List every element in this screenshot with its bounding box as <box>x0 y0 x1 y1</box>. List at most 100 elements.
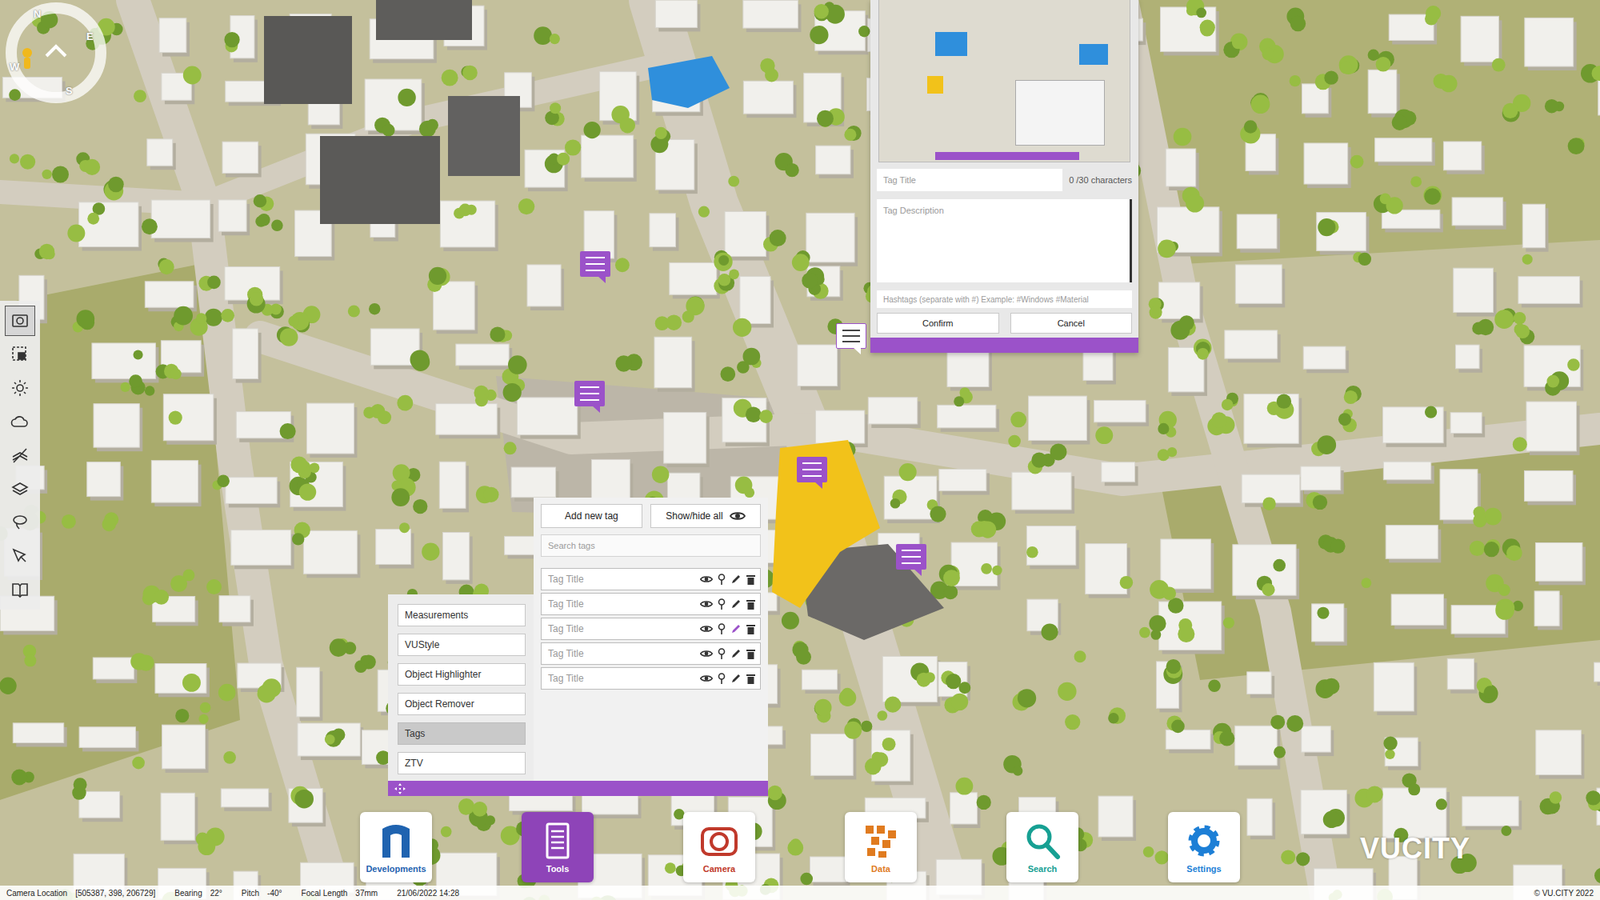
building[interactable] <box>939 469 990 496</box>
building[interactable] <box>162 724 209 773</box>
building[interactable] <box>1447 658 1477 693</box>
editor-button[interactable]: Confirm <box>876 312 1000 334</box>
tag-marker[interactable] <box>896 544 927 570</box>
dock-button[interactable]: Camera <box>683 812 756 883</box>
building[interactable] <box>1522 204 1548 252</box>
building[interactable] <box>144 281 197 312</box>
toolbar-button[interactable] <box>4 305 36 336</box>
building[interactable] <box>1304 143 1352 188</box>
building[interactable] <box>1383 461 1434 484</box>
building[interactable] <box>1594 662 1600 686</box>
building[interactable] <box>1453 268 1497 316</box>
building[interactable] <box>743 0 802 32</box>
eye-icon[interactable] <box>700 624 713 634</box>
tools-menu-item[interactable]: VUStyle <box>397 633 526 656</box>
building[interactable] <box>722 397 770 446</box>
building[interactable] <box>231 530 295 570</box>
building[interactable] <box>511 467 559 502</box>
building[interactable] <box>1247 798 1276 840</box>
toolbar-button[interactable] <box>4 372 36 404</box>
building[interactable] <box>1536 730 1585 780</box>
building[interactable] <box>306 403 357 458</box>
building[interactable] <box>1450 412 1485 438</box>
building[interactable] <box>151 460 201 507</box>
building[interactable] <box>79 727 139 752</box>
pin-icon[interactable] <box>717 598 726 610</box>
building[interactable] <box>1235 725 1281 770</box>
building[interactable] <box>225 477 280 508</box>
pin-icon[interactable] <box>717 672 726 684</box>
building[interactable] <box>600 72 640 125</box>
tag-marker[interactable] <box>796 456 828 483</box>
building[interactable] <box>871 730 913 785</box>
building[interactable] <box>951 542 1000 590</box>
building[interactable] <box>1247 672 1275 699</box>
tag-title-input[interactable] <box>876 168 1063 192</box>
tag-description-input[interactable] <box>876 199 1132 283</box>
building[interactable] <box>947 348 992 392</box>
building[interactable] <box>160 792 198 844</box>
building[interactable] <box>1300 466 1344 495</box>
building[interactable] <box>581 135 637 182</box>
editor-button[interactable]: Cancel <box>1010 312 1133 334</box>
pin-icon[interactable] <box>717 623 726 635</box>
hashtags-input[interactable] <box>876 290 1132 308</box>
toolbar-button[interactable] <box>4 540 36 572</box>
building[interactable] <box>1098 796 1136 841</box>
building[interactable] <box>937 404 1000 432</box>
building[interactable] <box>436 404 500 440</box>
building[interactable] <box>219 596 254 627</box>
building[interactable] <box>155 664 210 698</box>
building[interactable] <box>220 788 272 812</box>
building[interactable] <box>297 723 364 760</box>
eye-icon[interactable] <box>700 574 713 584</box>
toolbar-button[interactable] <box>4 339 36 370</box>
building[interactable] <box>163 394 217 445</box>
building[interactable] <box>93 404 143 452</box>
trash-icon[interactable] <box>746 673 756 684</box>
tag-row[interactable]: Tag Title <box>540 592 761 616</box>
building[interactable] <box>147 139 176 170</box>
building[interactable] <box>1085 544 1131 599</box>
toolbar-button[interactable] <box>4 440 36 471</box>
tag-marker[interactable] <box>580 251 611 277</box>
toolbar-button[interactable] <box>4 574 36 605</box>
building[interactable] <box>1383 407 1448 448</box>
building[interactable] <box>811 733 857 780</box>
trash-icon[interactable] <box>746 599 756 610</box>
building[interactable] <box>1524 17 1577 71</box>
dock-button[interactable]: Settings <box>1168 812 1240 883</box>
toolbar-button[interactable] <box>4 406 36 437</box>
building[interactable] <box>442 532 472 584</box>
compass[interactable]: NESW <box>0 0 112 112</box>
building[interactable] <box>448 96 520 176</box>
eye-icon[interactable] <box>700 599 713 609</box>
building[interactable] <box>1524 470 1576 505</box>
building[interactable] <box>456 344 512 370</box>
building[interactable] <box>320 136 440 224</box>
building[interactable] <box>1455 344 1483 373</box>
building[interactable] <box>1518 276 1584 308</box>
building[interactable] <box>655 0 700 32</box>
tag-marker[interactable] <box>836 323 867 349</box>
building[interactable] <box>92 343 159 383</box>
building[interactable] <box>797 344 841 391</box>
tag-marker[interactable] <box>574 380 605 407</box>
building[interactable] <box>1373 662 1417 716</box>
building[interactable] <box>1300 790 1350 839</box>
building[interactable] <box>1452 197 1507 230</box>
building[interactable] <box>654 336 696 392</box>
search-tags-input[interactable] <box>540 534 761 557</box>
building[interactable] <box>92 657 137 684</box>
building[interactable] <box>1012 472 1075 514</box>
tools-panel-footer[interactable] <box>388 780 768 796</box>
eye-icon[interactable] <box>700 673 713 684</box>
building[interactable] <box>664 412 710 468</box>
highlighted-building[interactable] <box>648 56 730 108</box>
building[interactable] <box>1244 394 1302 448</box>
building[interactable] <box>1028 396 1091 444</box>
dock-button[interactable]: Data <box>844 812 917 883</box>
pin-icon[interactable] <box>717 573 726 585</box>
trash-icon[interactable] <box>746 624 756 635</box>
building[interactable] <box>264 16 352 104</box>
